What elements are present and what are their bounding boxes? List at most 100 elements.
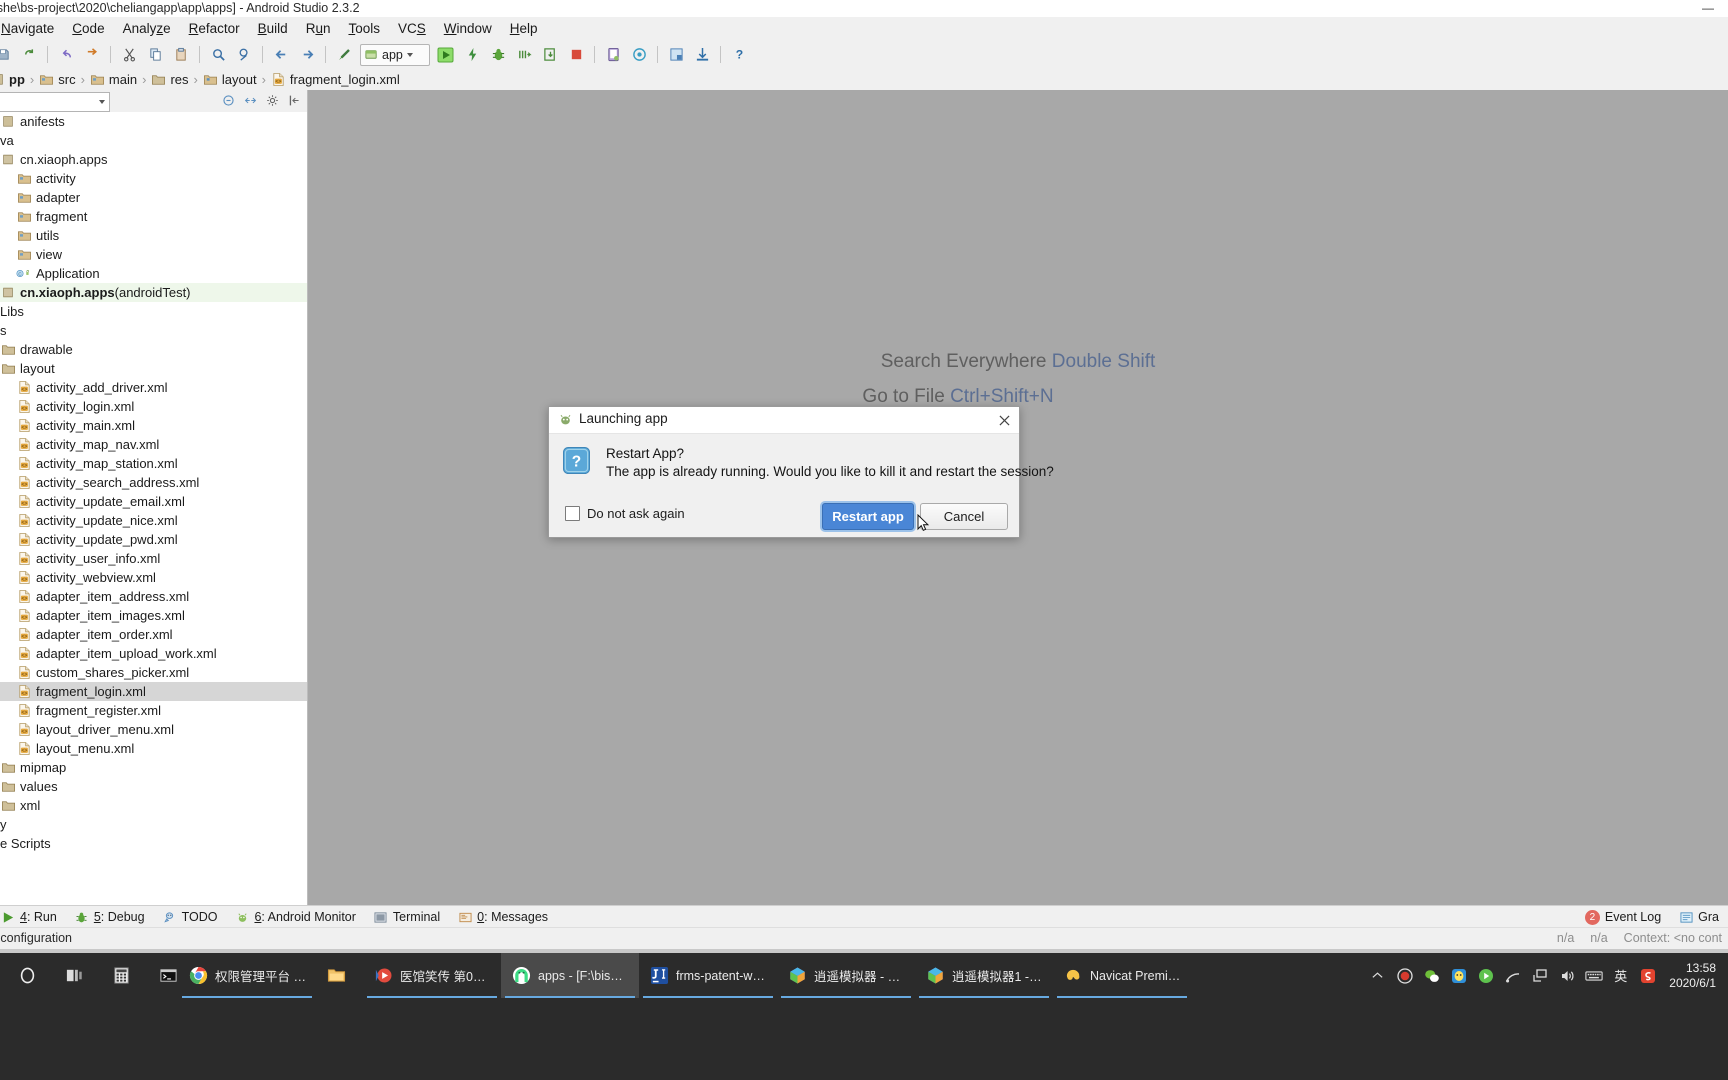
- menu-item-tools[interactable]: Tools: [339, 19, 389, 38]
- hide-panel-icon[interactable]: [287, 93, 301, 107]
- calculator-icon[interactable]: [98, 953, 145, 998]
- menu-item-refactor[interactable]: Refactor: [180, 19, 249, 38]
- breadcrumb-item-pp[interactable]: pp: [0, 68, 28, 90]
- taskbar-item-file-explorer-icon[interactable]: [316, 953, 363, 998]
- record-icon[interactable]: [1391, 953, 1418, 998]
- collapse-all-icon[interactable]: [221, 93, 235, 107]
- keyboard-icon[interactable]: [1580, 953, 1607, 998]
- menu-item-vcs[interactable]: VCS: [389, 19, 435, 38]
- tree-node-libs[interactable]: Libs: [0, 302, 307, 321]
- bottom-tool-todo[interactable]: TODO: [154, 906, 227, 928]
- breadcrumb-item-res[interactable]: res: [148, 68, 191, 90]
- tree-node-activity-main-xml[interactable]: <> activity_main.xml: [0, 416, 307, 435]
- tree-node-layout-menu-xml[interactable]: <> layout_menu.xml: [0, 739, 307, 758]
- tree-node-layout[interactable]: layout: [0, 359, 307, 378]
- tree-node-activity-update-nice-xml[interactable]: <> activity_update_nice.xml: [0, 511, 307, 530]
- bottom-tool-5-debug[interactable]: 5: Debug: [66, 906, 154, 928]
- close-icon[interactable]: [993, 410, 1015, 430]
- window-minimize-button[interactable]: —: [1698, 2, 1718, 14]
- copy-icon[interactable]: [143, 43, 167, 66]
- breadcrumb-item-fragment-login-xml[interactable]: <> fragment_login.xml: [268, 68, 403, 90]
- tree-node-view[interactable]: view: [0, 245, 307, 264]
- tree-node-utils[interactable]: utils: [0, 226, 307, 245]
- tree-node-e-scripts[interactable]: e Scripts: [0, 834, 307, 853]
- back-icon[interactable]: [269, 43, 293, 66]
- debug-icon[interactable]: [486, 43, 510, 66]
- forward-icon[interactable]: [295, 43, 319, 66]
- avd-manager-icon[interactable]: [601, 43, 625, 66]
- tree-node-adapter-item-address-xml[interactable]: <> adapter_item_address.xml: [0, 587, 307, 606]
- do-not-ask-again-checkbox[interactable]: Do not ask again: [565, 506, 685, 521]
- tree-node-application[interactable]: C Application: [0, 264, 307, 283]
- run-icon[interactable]: [434, 43, 458, 66]
- tree-node-activity-map-station-xml[interactable]: <> activity_map_station.xml: [0, 454, 307, 473]
- tree-node-activity[interactable]: activity: [0, 169, 307, 188]
- menu-item-navigate[interactable]: Navigate: [0, 19, 63, 38]
- media-icon[interactable]: [1472, 953, 1499, 998]
- help-icon[interactable]: ?: [727, 43, 751, 66]
- tree-node-layout-driver-menu-xml[interactable]: <> layout_driver_menu.xml: [0, 720, 307, 739]
- taskbar-item-navicat-premium[interactable]: Navicat Premium: [1053, 953, 1191, 998]
- menu-item-window[interactable]: Window: [435, 19, 501, 38]
- wechat-icon[interactable]: [1418, 953, 1445, 998]
- menu-item-build[interactable]: Build: [249, 19, 297, 38]
- run-configuration-selector[interactable]: app: [360, 43, 430, 66]
- task-view-icon[interactable]: [51, 953, 98, 998]
- tree-node-adapter-item-images-xml[interactable]: <> adapter_item_images.xml: [0, 606, 307, 625]
- bottom-tool-terminal[interactable]: Terminal: [365, 906, 449, 928]
- restart-app-button[interactable]: Restart app: [822, 503, 914, 530]
- menu-item-help[interactable]: Help: [501, 19, 547, 38]
- taskbar-item--go-[interactable]: 权限管理平台 - Go...: [178, 953, 316, 998]
- bottom-right-event-log[interactable]: 2 Event Log: [1576, 906, 1670, 928]
- bottom-tool-6-android-monitor[interactable]: 6: Android Monitor: [226, 906, 364, 928]
- redo-icon[interactable]: [80, 43, 104, 66]
- sogou-icon[interactable]: [1634, 953, 1661, 998]
- tree-node-fragment[interactable]: fragment: [0, 207, 307, 226]
- apply-changes-icon[interactable]: [460, 43, 484, 66]
- tree-node-cn-xiaoph-apps[interactable]: cn.xiaoph.apps (androidTest): [0, 283, 307, 302]
- tree-node-activity-map-nav-xml[interactable]: <> activity_map_nav.xml: [0, 435, 307, 454]
- find-icon[interactable]: [206, 43, 230, 66]
- project-tree[interactable]: anifests va cn.xiaoph.apps activity adapter f…: [0, 112, 307, 905]
- scroll-from-source-icon[interactable]: [243, 93, 257, 107]
- network-icon[interactable]: [1499, 953, 1526, 998]
- qq-icon[interactable]: [1445, 953, 1472, 998]
- taskbar-item--08-[interactable]: 医馆笑传 第08集: [363, 953, 501, 998]
- display-icon[interactable]: [1526, 953, 1553, 998]
- settings-gear-icon[interactable]: [265, 93, 279, 107]
- tree-node-custom-shares-picker-xml[interactable]: <> custom_shares_picker.xml: [0, 663, 307, 682]
- taskbar-clock[interactable]: 13:58 2020/6/1: [1661, 953, 1722, 998]
- tree-node-y[interactable]: y: [0, 815, 307, 834]
- cut-icon[interactable]: [117, 43, 141, 66]
- chevron-up-icon[interactable]: [1364, 953, 1391, 998]
- step-icon[interactable]: [512, 43, 536, 66]
- bottom-right-gra[interactable]: Gra: [1670, 906, 1728, 928]
- tree-node-mipmap[interactable]: mipmap: [0, 758, 307, 777]
- replace-icon[interactable]: [232, 43, 256, 66]
- layout-inspector-icon[interactable]: [664, 43, 688, 66]
- breadcrumb-item-layout[interactable]: layout: [200, 68, 260, 90]
- device-monitor-icon[interactable]: [690, 43, 714, 66]
- tree-node-adapter-item-upload-work-xml[interactable]: <> adapter_item_upload_work.xml: [0, 644, 307, 663]
- tree-node-activity-update-email-xml[interactable]: <> activity_update_email.xml: [0, 492, 307, 511]
- sync-icon[interactable]: [17, 43, 41, 66]
- tree-node-va[interactable]: va: [0, 131, 307, 150]
- menu-item-code[interactable]: Code: [63, 19, 113, 38]
- attach-debugger-icon[interactable]: [538, 43, 562, 66]
- project-view-selector[interactable]: [0, 92, 110, 112]
- save-all-icon[interactable]: [0, 43, 15, 66]
- breadcrumb-item-src[interactable]: src: [36, 68, 78, 90]
- taskbar-item-apps-f-bishe-[interactable]: apps - [F:\bishe\...: [501, 953, 639, 998]
- bottom-tool-4-run[interactable]: 4: Run: [0, 906, 66, 928]
- undo-icon[interactable]: [54, 43, 78, 66]
- tree-node-activity-user-info-xml[interactable]: <> activity_user_info.xml: [0, 549, 307, 568]
- bottom-tool-0-messages[interactable]: 0: Messages: [449, 906, 557, 928]
- tree-node-values[interactable]: values: [0, 777, 307, 796]
- breadcrumb-item-main[interactable]: main: [87, 68, 140, 90]
- ime-indicator[interactable]: 英: [1607, 953, 1634, 998]
- taskbar-item-frms-patent-web-[interactable]: frms-patent-web ...: [639, 953, 777, 998]
- checkbox-box[interactable]: [565, 506, 580, 521]
- menu-item-run[interactable]: Run: [297, 19, 340, 38]
- volume-icon[interactable]: [1553, 953, 1580, 998]
- stop-icon[interactable]: [564, 43, 588, 66]
